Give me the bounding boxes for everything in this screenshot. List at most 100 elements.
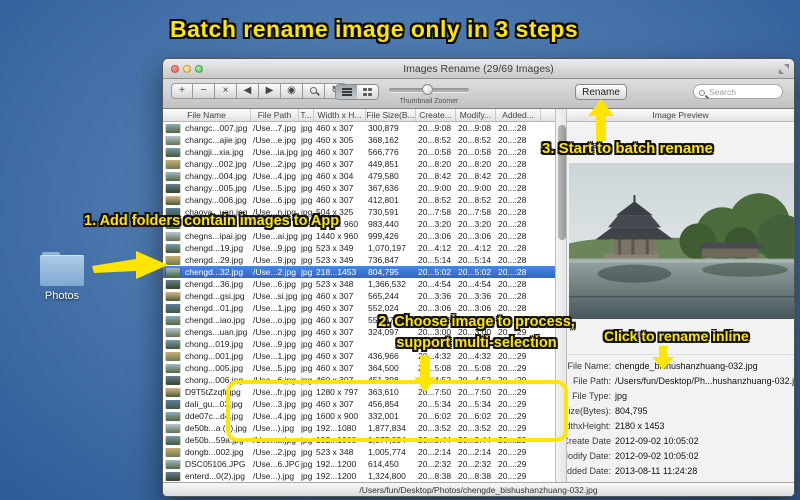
table-scrollbar[interactable] [555, 109, 567, 482]
table-row[interactable]: changy...004.jpg/Use...4.jpg jpg 460 x 304… [163, 170, 555, 182]
preview-image [569, 163, 794, 319]
zoom-button[interactable] [303, 83, 325, 99]
table-row[interactable]: chengd...29.jpg/Use...9.jpg jpg 523 x 349 7… [163, 254, 555, 266]
table-row[interactable]: chengd...gsi.jpg/Use...si.jpg jpg 460 x 30… [163, 290, 555, 302]
table-row[interactable]: changc...007.jpg/Use...7.jpg jpg 460 x 307… [163, 122, 555, 134]
grid-view-button[interactable] [357, 85, 378, 99]
column-header[interactable]: File Path [251, 109, 299, 121]
table-row[interactable]: changc...ajie.jpg/Use...e.jpg jpg 460 x 30… [163, 134, 555, 146]
scrollbar-thumb[interactable] [557, 125, 566, 240]
table-cell: jpg [301, 171, 313, 181]
table-cell: 20...4:12 [458, 243, 492, 253]
column-header[interactable]: File Size(B... [366, 109, 416, 121]
table-cell: jpg [301, 255, 313, 265]
column-header[interactable]: File Name [163, 109, 251, 121]
table-cell: /Use...6.JPG [253, 459, 299, 469]
table-row[interactable]: chengd...01.jpg/Use...1.jpg jpg 460 x 307 5… [163, 302, 555, 314]
table-cell: 614,450 [368, 459, 399, 469]
table-row[interactable]: de50b...59a.jpg/Use...a.jpg jpg 192...1080… [163, 434, 555, 446]
minimize-button[interactable] [183, 65, 191, 73]
table-row[interactable]: chengs...uan.jpg/Use...n.jpg jpg 460 x 307… [163, 326, 555, 338]
table-cell: jpg [301, 231, 313, 241]
table-cell: 20...5:02 [418, 267, 452, 277]
view-mode-segmented-control [335, 84, 379, 100]
table-row[interactable]: chong...019.jpg/Use...9.jpg jpg 460 x 307 2… [163, 338, 555, 350]
window-titlebar[interactable]: Images Rename (29/69 Images) [163, 59, 794, 79]
table-row[interactable]: dali_gu...03.jpg/Use...3.jpg jpg 460 x 307… [163, 398, 555, 410]
table-cell: jpg [301, 339, 313, 349]
search-input[interactable] [709, 86, 771, 97]
table-cell: 20...3:20 [418, 219, 452, 229]
table-row[interactable]: chengd...iao.jpg/Use...o.jpg jpg 460 x 307… [163, 314, 555, 326]
table-row[interactable]: chegns...ipai.jpg/Use...ai.jpg jpg 1440 x … [163, 230, 555, 242]
close-button[interactable] [171, 65, 179, 73]
table-cell: 460 x 307 [316, 375, 354, 385]
table-row[interactable]: chong...005.jpg/Use...5.jpg jpg 460 x 307 3… [163, 362, 555, 374]
table-cell: 20...3:26 [418, 315, 452, 325]
add-button[interactable]: + [171, 83, 193, 99]
column-header[interactable]: Added... [496, 109, 541, 121]
column-header[interactable]: T... [299, 109, 314, 121]
table-cell: jpg [301, 471, 313, 481]
column-header[interactable]: Create... [416, 109, 456, 121]
zoom-window-button[interactable] [195, 65, 203, 73]
table-row[interactable]: D9T5tZzqfr.jpg/Use...fr.jpg jpg 1280 x 797… [163, 386, 555, 398]
table-row[interactable]: chengd...32.jpg/Use...2.jpg jpg 218...1453… [163, 266, 555, 278]
table-cell: 20...8:42 [458, 171, 492, 181]
table-cell: jpg [301, 447, 313, 457]
table-row[interactable]: de50b...a (1).jpg/Use...).jpg jpg 192...10… [163, 422, 555, 434]
table-row[interactable]: changy...006.jpg/Use...6.jpg jpg 460 x 307… [163, 194, 555, 206]
table-cell: 20...:28 [498, 279, 527, 289]
search-field[interactable] [693, 84, 783, 99]
table-row[interactable]: chong...006.jpg/Use...6.jpg jpg 460 x 307 4… [163, 374, 555, 386]
table-cell: /Use...).jpg [253, 471, 295, 481]
table-cell: chengd...29.jpg [185, 255, 244, 265]
photos-folder[interactable]: Photos [30, 252, 94, 302]
desktop: Batch rename image only in 3 steps Photo… [0, 0, 800, 500]
thumbnail-zoomer-slider[interactable] [389, 84, 469, 95]
table-row[interactable]: chengd...19.jpg/Use...9.jpg jpg 523 x 349 1… [163, 242, 555, 254]
table-cell: 20...:29 [498, 351, 527, 361]
grid-icon [363, 88, 372, 96]
table-cell: 20...9:08 [458, 123, 492, 133]
table-row[interactable]: changy...005.jpg/Use...5.jpg jpg 460 x 307… [163, 182, 555, 194]
table-row[interactable]: chaoya...uan.jpg/Use...n.jpg jpg 504 x 325… [163, 206, 555, 218]
table-cell: DSC05106.JPG [185, 459, 246, 469]
column-header[interactable]: Modify... [456, 109, 496, 121]
table-cell: 20...:28 [498, 147, 527, 157]
table-cell: 20...8:38 [418, 471, 452, 481]
resize-icon[interactable] [779, 64, 789, 74]
delete-button[interactable]: × [215, 83, 237, 99]
quicklook-button[interactable]: ◉ [281, 83, 303, 99]
table-cell: 20...3:00 [418, 327, 452, 337]
headline: Batch rename image only in 3 steps [170, 16, 579, 42]
table-row[interactable]: dongb...002.jpg/Use...2.jpg jpg 523 x 348 1… [163, 446, 555, 458]
row-thumbnail [163, 339, 183, 349]
table-row[interactable]: DSC05106.JPG/Use...6.JPG jpg 192...1200 614… [163, 458, 555, 470]
info-label: Added Date: [567, 466, 611, 476]
preview-header: Image Preview [567, 109, 794, 122]
table-cell: 1,877,834 [368, 423, 406, 433]
table-cell: jpg [301, 123, 313, 133]
table-row[interactable]: chengd...36.jpg/Use...6.jpg jpg 523 x 348 1… [163, 278, 555, 290]
table-row[interactable]: chong...001.jpg/Use...1.jpg jpg 460 x 307 4… [163, 350, 555, 362]
table-row[interactable]: enterd...0(2).jpg/Use...).jpg jpg 192...12… [163, 470, 555, 482]
table-cell: 460 x 307 [316, 351, 354, 361]
previous-button[interactable]: ◀ [237, 83, 259, 99]
file-name-inline-edit[interactable]: chengde_bishushanzhuang-032.jpg [615, 361, 758, 371]
table-row[interactable]: dde07c...d4.jpg/Use...4.jpg jpg 1600 x 900… [163, 410, 555, 422]
list-view-button[interactable] [336, 85, 357, 99]
remove-button[interactable]: − [193, 83, 215, 99]
table-row[interactable]: changy...002.jpg/Use...2.jpg jpg 460 x 307… [163, 158, 555, 170]
rename-button[interactable]: Rename [575, 84, 627, 100]
row-thumbnail [163, 411, 183, 421]
column-header[interactable]: Width x H... [314, 109, 366, 121]
table-cell: dali_gu...03.jpg [185, 399, 243, 409]
table-row[interactable]: 1440 x 960 983,440 20...3:20 20...3:20 20...… [163, 218, 555, 230]
next-button[interactable]: ▶ [259, 83, 281, 99]
info-value: 2013-08-11 11:24:28 [615, 466, 698, 476]
table-cell: 20...:29 [498, 471, 527, 481]
table-cell: 20...5:02 [458, 267, 492, 277]
table-row[interactable]: changji...xia.jpg/Use...ia.jpg jpg 460 x 3… [163, 146, 555, 158]
slider-knob[interactable] [422, 84, 433, 95]
